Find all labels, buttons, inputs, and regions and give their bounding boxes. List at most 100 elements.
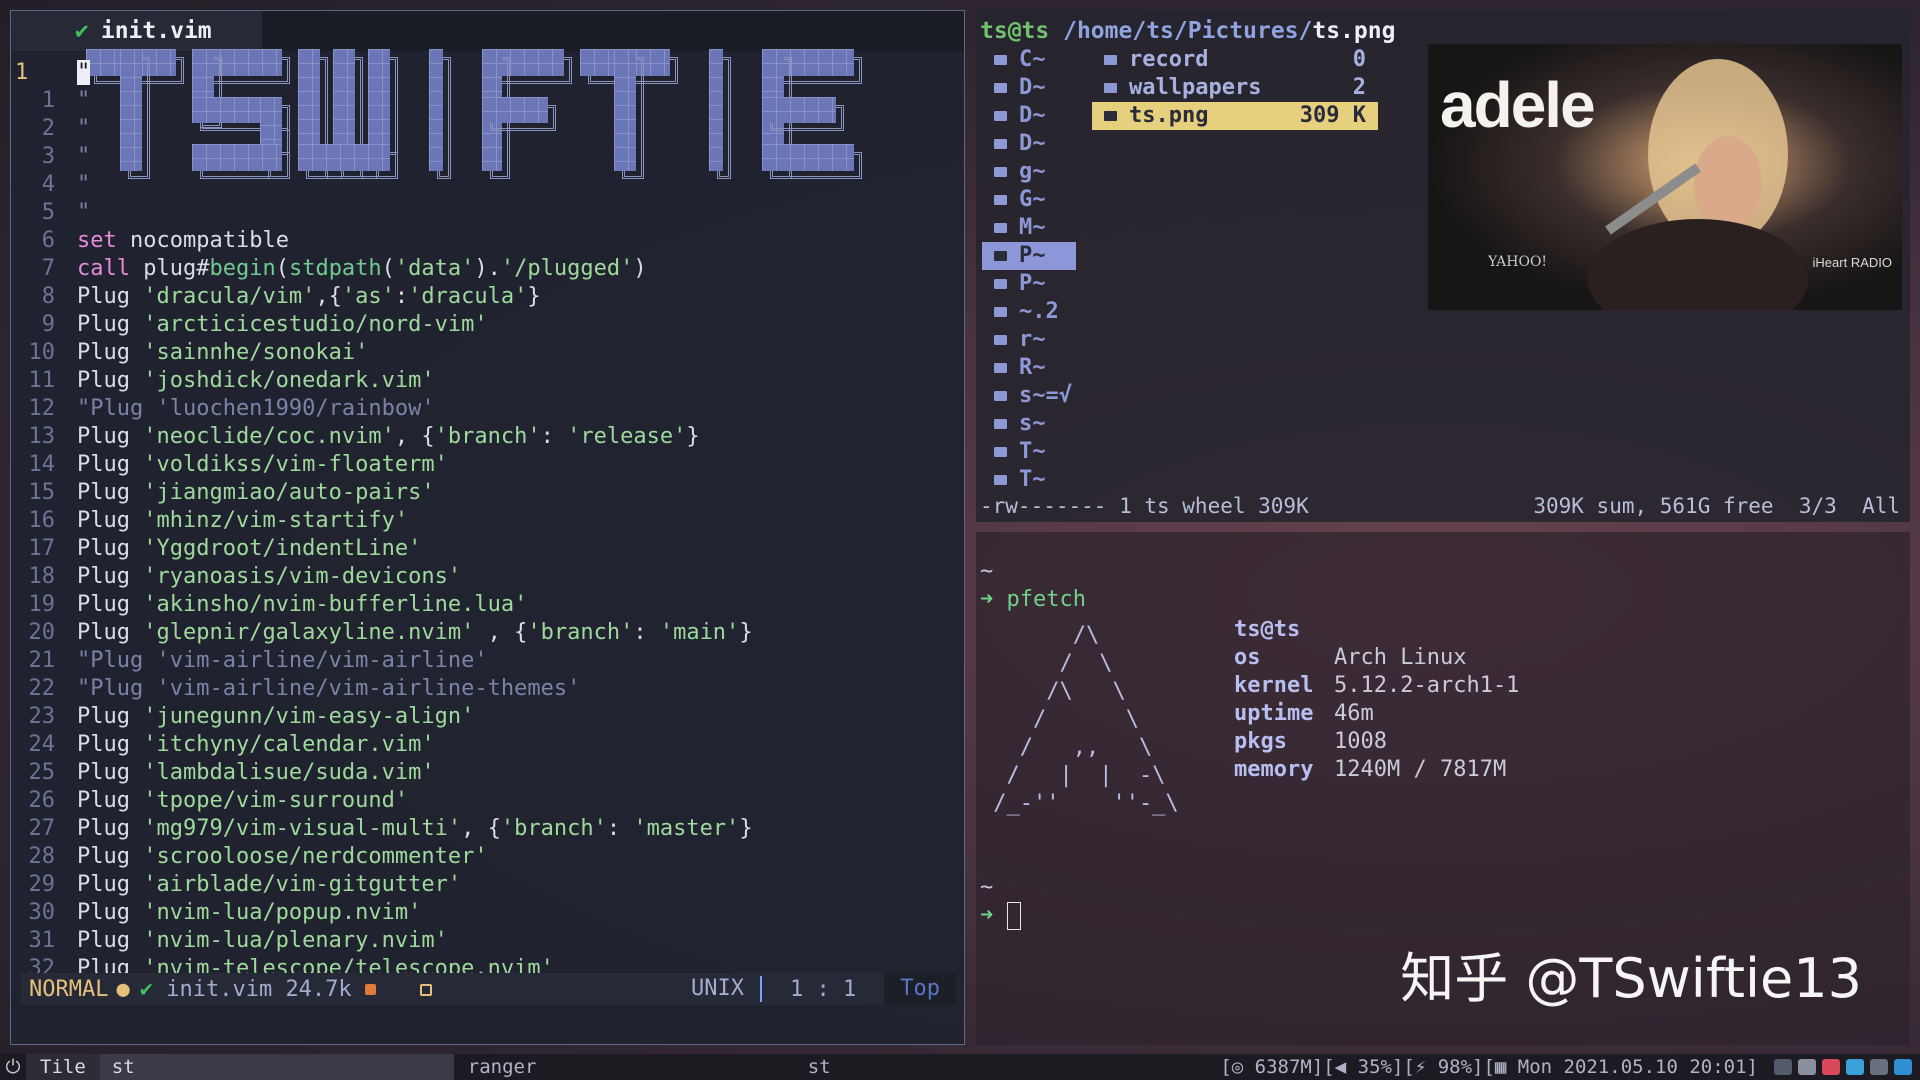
code-token: 'arcticicestudio/nord-vim' bbox=[143, 312, 488, 337]
ranger-parent-item[interactable]: D~ bbox=[982, 130, 1076, 158]
ranger-parent-item[interactable]: s~=√ bbox=[982, 382, 1076, 410]
vim-tabline: ✔ init.vim bbox=[11, 11, 964, 51]
tray-icon-2[interactable] bbox=[1798, 1059, 1816, 1075]
code-line: 12 "Plug 'luochen1990/rainbow' bbox=[11, 395, 435, 423]
line-number: 20 bbox=[28, 620, 56, 645]
ranger-parent-item[interactable]: R~ bbox=[982, 354, 1076, 382]
line-number: 21 bbox=[28, 648, 56, 673]
code-line: 2 " bbox=[11, 115, 91, 143]
line-number: 25 bbox=[28, 760, 56, 785]
ranger-parent-label: r~ bbox=[1019, 327, 1046, 352]
ranger-parent-label: ~.2 bbox=[1019, 299, 1059, 324]
ranger-entry-name: ts.png bbox=[1129, 103, 1209, 128]
folder-icon bbox=[994, 251, 1007, 261]
ranger-parent-item[interactable]: P~ bbox=[982, 242, 1076, 270]
line-number: 27 bbox=[28, 816, 56, 841]
ranger-parent-item[interactable]: G~ bbox=[982, 186, 1076, 214]
code-token: 'master' bbox=[633, 816, 740, 841]
line-number: 30 bbox=[28, 900, 56, 925]
code-token: : bbox=[606, 816, 634, 841]
folder-icon bbox=[994, 223, 1007, 233]
tag-st[interactable]: st bbox=[99, 1054, 454, 1080]
code-token: 'airblade/vim-gitgutter' bbox=[143, 872, 462, 897]
ranger-entry[interactable]: ts.png 309 K bbox=[1092, 102, 1378, 130]
ranger-parent-item[interactable]: g~ bbox=[982, 158, 1076, 186]
pfetch-value: 5.12.2-arch1-1 bbox=[1334, 673, 1520, 698]
tray-icon-6[interactable] bbox=[1894, 1059, 1912, 1075]
pfetch-row: pkgs 1008 bbox=[1234, 728, 1519, 756]
prompt-line-2[interactable]: ➜ bbox=[980, 902, 1021, 930]
code-token: 'Yggdroot/indentLine' bbox=[143, 536, 422, 561]
ranger-parent-item[interactable]: s~ bbox=[982, 410, 1076, 438]
vim-tab-init[interactable]: ✔ init.vim bbox=[11, 11, 262, 51]
window-title-st[interactable]: st bbox=[808, 1056, 1108, 1078]
comment-quote: " bbox=[77, 200, 91, 225]
ranger-parent-column[interactable]: C~ D~ D~ D~ g~ G~ M~ P~ P~ ~.2 r~ R~ s~=√ s~ T~ T~ bbox=[982, 46, 1076, 494]
ranger-parent-item[interactable]: D~ bbox=[982, 102, 1076, 130]
tray-icon-5[interactable] bbox=[1870, 1059, 1888, 1075]
vim-window[interactable]: ✔ init.vim 1 " 1 " 2 " 3 " 4 " 5 " 6 set nocompatible… bbox=[10, 10, 965, 1045]
code-token: Plug bbox=[77, 788, 144, 813]
code-token: 'mg979/vim-visual-multi' bbox=[143, 816, 462, 841]
ranger-parent-item[interactable]: ~.2 bbox=[982, 298, 1076, 326]
pfetch-value: 1240M / 7817M bbox=[1334, 757, 1507, 782]
pfetch-key: pkgs bbox=[1234, 729, 1287, 754]
tray-icon-1[interactable] bbox=[1774, 1059, 1792, 1075]
code-token: Plug bbox=[77, 620, 144, 645]
line-number: 23 bbox=[28, 704, 56, 729]
folder-icon bbox=[994, 419, 1007, 429]
code-line: 7 call plug#begin(stdpath('data').'/plugg… bbox=[11, 255, 647, 283]
ascii-banner bbox=[86, 49, 864, 224]
window-title-ranger[interactable]: ranger bbox=[468, 1056, 808, 1078]
ranger-entry[interactable]: wallpapers 2 bbox=[1092, 74, 1378, 102]
prompt-line: ➜ pfetch bbox=[980, 586, 1086, 614]
code-token: Plug bbox=[77, 480, 144, 505]
code-token: "Plug 'luochen1990/rainbow' bbox=[77, 396, 435, 421]
code-line: 11 Plug 'joshdick/onedark.vim' bbox=[11, 367, 435, 395]
code-token: ( bbox=[275, 256, 289, 281]
ranger-parent-item[interactable]: P~ bbox=[982, 270, 1076, 298]
folder-icon bbox=[994, 83, 1007, 93]
ranger-parent-item[interactable]: M~ bbox=[982, 214, 1076, 242]
layout-indicator[interactable]: Tile bbox=[26, 1054, 100, 1080]
code-token: Plug bbox=[77, 452, 144, 477]
code-token: Plug bbox=[77, 816, 144, 841]
tray-icon-3[interactable] bbox=[1822, 1059, 1840, 1075]
banner-letter bbox=[298, 49, 400, 183]
folder-icon bbox=[994, 167, 1007, 177]
ranger-parent-item[interactable]: T~ bbox=[982, 466, 1076, 494]
terminal-cursor[interactable] bbox=[1006, 902, 1021, 930]
ranger-parent-item[interactable]: D~ bbox=[982, 74, 1076, 102]
pfetch-row: uptime 46m bbox=[1234, 700, 1519, 728]
tray-icon-4[interactable] bbox=[1846, 1059, 1864, 1075]
power-icon[interactable]: ⏻ bbox=[0, 1056, 26, 1078]
system-tray bbox=[1774, 1059, 1912, 1075]
code-token: Plug bbox=[77, 536, 144, 561]
code-token: 'neoclide/coc.nvim' bbox=[143, 424, 395, 449]
ranger-parent-item[interactable]: T~ bbox=[982, 438, 1076, 466]
code-token: : bbox=[633, 620, 660, 645]
ranger-current-column[interactable]: record 0 wallpapers 2 ts.png 309 K bbox=[1092, 46, 1378, 130]
prompt-dir-2: ~ bbox=[980, 875, 994, 900]
line-number: 12 bbox=[28, 396, 56, 421]
ranger-parent-item[interactable]: C~ bbox=[982, 46, 1076, 74]
ranger-parent-label: s~=√ bbox=[1019, 383, 1072, 408]
ranger-parent-label: M~ bbox=[1019, 215, 1046, 240]
vim-cursor[interactable]: " bbox=[77, 60, 91, 85]
code-token: '/plugged' bbox=[500, 256, 634, 281]
ranger-window[interactable]: ts@ts /home/ts/Pictures/ts.png C~ D~ D~ D~ g… bbox=[976, 10, 1910, 522]
ranger-parent-item[interactable]: r~ bbox=[982, 326, 1076, 354]
line-number: 7 bbox=[41, 256, 55, 281]
code-token: 'branch' bbox=[500, 816, 607, 841]
preview-caption-right: iHeart RADIO bbox=[1812, 255, 1892, 270]
preview-photo bbox=[1588, 59, 1808, 310]
folder-icon bbox=[994, 475, 1007, 485]
folder-icon bbox=[1104, 55, 1117, 65]
terminal-window[interactable]: ~ ➜ pfetch /\ / \ /\ \ / \ / ,, \ / | | … bbox=[976, 532, 1910, 1045]
line-number: 1 bbox=[15, 60, 29, 85]
code-token: 'mhinz/vim-startify' bbox=[143, 508, 409, 533]
ranger-entry[interactable]: record 0 bbox=[1092, 46, 1378, 74]
preview-caption-left: YAHOO! bbox=[1488, 254, 1548, 270]
ranger-entry-name: wallpapers bbox=[1129, 75, 1262, 100]
code-token: 'junegunn/vim-easy-align' bbox=[143, 704, 475, 729]
